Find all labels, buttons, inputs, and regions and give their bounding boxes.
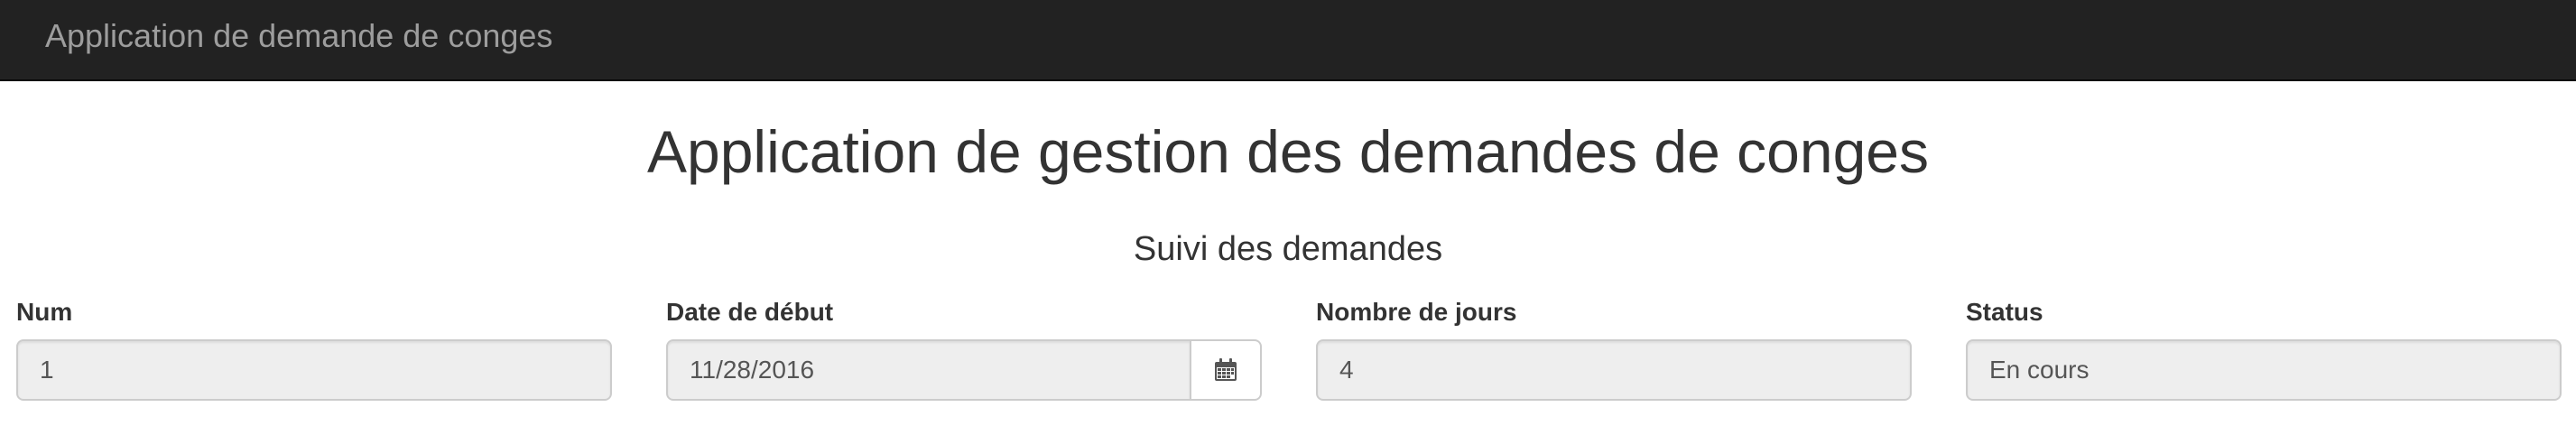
- date-debut-field[interactable]: [666, 339, 1191, 401]
- navbar: Application de demande de conges: [0, 0, 2576, 81]
- navbar-brand[interactable]: Application de demande de conges: [45, 16, 552, 56]
- num-field[interactable]: [16, 339, 612, 401]
- calendar-button[interactable]: [1191, 339, 1262, 401]
- nombre-jours-label: Nombre de jours: [1316, 298, 1517, 326]
- calendar-icon: [1215, 358, 1237, 381]
- page-subtitle: Suivi des demandes: [1133, 230, 1443, 268]
- date-debut-label: Date de début: [666, 298, 834, 326]
- nombre-jours-field[interactable]: [1316, 339, 1912, 401]
- page-title: Application de gestion des demandes de c…: [647, 118, 1929, 185]
- status-label: Status: [1966, 298, 2043, 326]
- num-label: Num: [16, 298, 73, 326]
- status-field[interactable]: [1966, 339, 2562, 401]
